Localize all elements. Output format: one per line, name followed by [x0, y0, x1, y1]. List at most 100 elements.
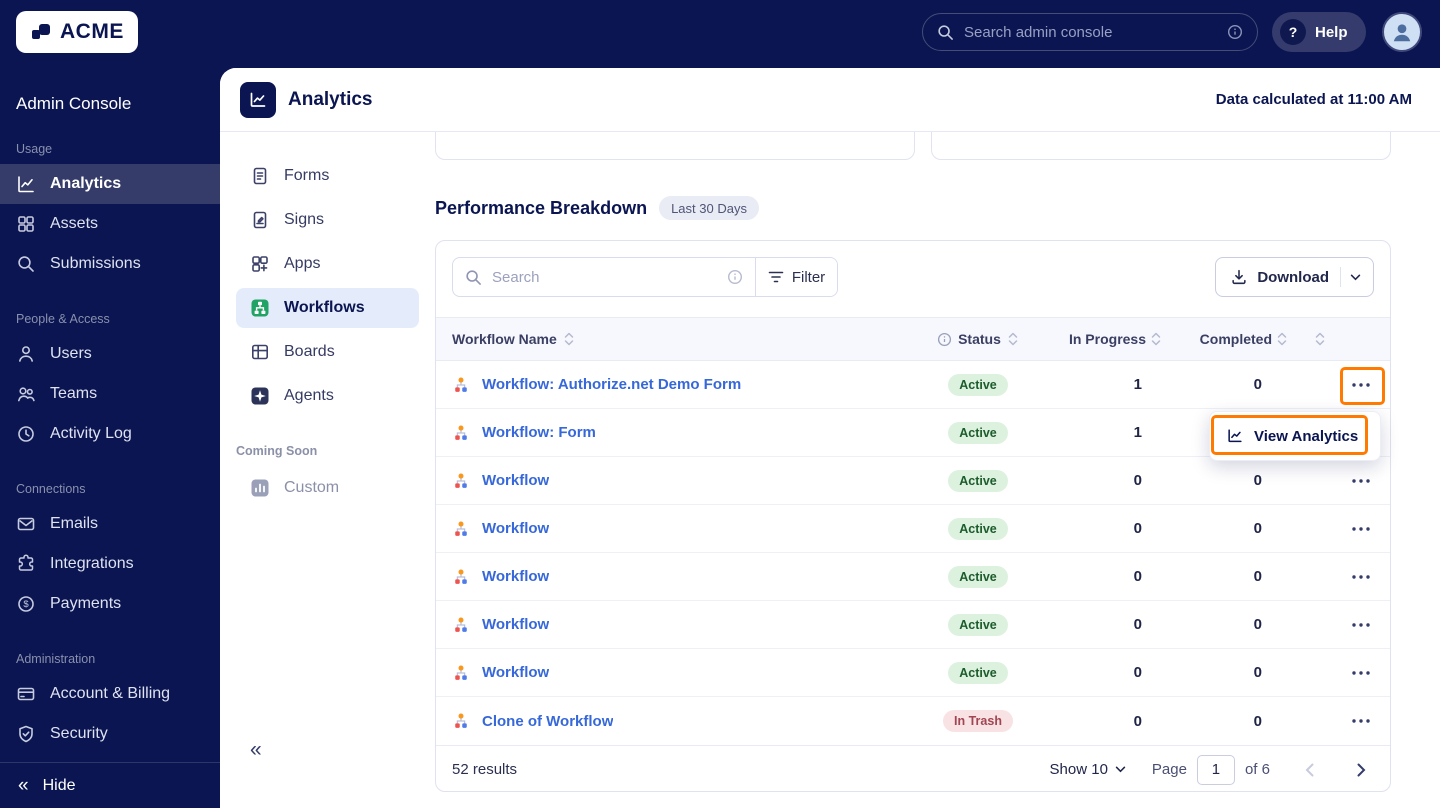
envelope-icon — [16, 514, 36, 534]
subnav-item-forms[interactable]: Forms — [236, 156, 419, 196]
page-label: Page — [1151, 761, 1187, 778]
subnav-item-label: Signs — [284, 211, 325, 228]
row-actions-button[interactable] — [1346, 563, 1376, 591]
sidebar-item-label: Activity Log — [50, 425, 132, 442]
status-badge: In Trash — [943, 710, 1013, 732]
subnav-item-label: Custom — [284, 479, 340, 496]
in-progress-value: 0 — [1133, 472, 1142, 489]
sidebar-item-label: Security — [50, 725, 108, 742]
topbar: ACME ? Help — [0, 0, 1440, 64]
ellipsis-icon — [1352, 574, 1370, 579]
info-icon[interactable] — [727, 269, 743, 285]
sidebar-item-security[interactable]: Security — [0, 714, 220, 754]
table-search-input[interactable] — [492, 268, 717, 286]
completed-value: 0 — [1253, 616, 1262, 633]
completed-value: 0 — [1253, 376, 1262, 393]
info-icon[interactable] — [1227, 24, 1243, 40]
search-icon — [16, 254, 36, 274]
workflow-name-link[interactable]: Workflow — [482, 520, 549, 537]
download-button[interactable]: Download — [1215, 257, 1374, 297]
page-number-input[interactable] — [1196, 754, 1235, 785]
in-progress-value: 0 — [1133, 520, 1142, 537]
column-header-workflow-name[interactable]: Workflow Name — [436, 331, 898, 347]
sidebar-item-activity-log[interactable]: Activity Log — [0, 414, 220, 454]
row-actions-button[interactable] — [1346, 707, 1376, 735]
subnav-collapse-button[interactable]: « — [250, 738, 262, 762]
last-30-days-badge: Last 30 Days — [659, 196, 759, 220]
next-page-button[interactable] — [1348, 757, 1374, 783]
filter-button[interactable]: Filter — [755, 258, 837, 296]
sidebar-item-account-billing[interactable]: Account & Billing — [0, 674, 220, 714]
column-header-actions[interactable] — [1306, 332, 1390, 346]
user-avatar[interactable] — [1382, 12, 1422, 52]
row-actions-button[interactable] — [1346, 659, 1376, 687]
sidebar-item-label: Assets — [50, 215, 99, 232]
workflow-name-link[interactable]: Workflow — [482, 616, 549, 633]
admin-search-input[interactable] — [964, 23, 1217, 41]
ellipsis-icon — [1352, 622, 1370, 627]
previous-page-button[interactable] — [1296, 757, 1322, 783]
subnav-item-workflows[interactable]: Workflows — [236, 288, 419, 328]
sidebar-hide-button[interactable]: « Hide — [0, 762, 220, 808]
coming-soon-label: Coming Soon — [236, 444, 318, 458]
chevron-left-icon — [1305, 763, 1313, 776]
sort-icon — [1314, 332, 1326, 346]
row-actions-button[interactable] — [1346, 467, 1376, 495]
ellipsis-icon — [1352, 382, 1370, 387]
question-mark-icon: ? — [1280, 19, 1306, 45]
subnav-item-custom: Custom — [236, 468, 419, 508]
view-analytics-menu-item[interactable]: View Analytics — [1216, 418, 1374, 454]
column-label: Workflow Name — [452, 331, 557, 347]
sidebar-item-assets[interactable]: Assets — [0, 204, 220, 244]
analytics-header: Analytics Data calculated at 11:00 AM — [220, 68, 1440, 132]
puzzle-icon — [16, 554, 36, 574]
subnav-item-apps[interactable]: Apps — [236, 244, 419, 284]
signs-doc-icon — [250, 210, 270, 230]
sidebar-item-users[interactable]: Users — [0, 334, 220, 374]
dollar-circle-icon: $ — [16, 594, 36, 614]
forms-doc-icon — [250, 166, 270, 186]
in-progress-value: 0 — [1133, 616, 1142, 633]
help-button[interactable]: ? Help — [1272, 12, 1366, 52]
row-actions-button[interactable] — [1346, 515, 1376, 543]
row-actions-button[interactable] — [1346, 611, 1376, 639]
show-per-page-select[interactable]: Show 10 — [1050, 761, 1126, 778]
sidebar-item-label: Integrations — [50, 555, 134, 572]
user-icon — [16, 344, 36, 364]
subnav-item-label: Boards — [284, 343, 335, 360]
help-label: Help — [1315, 23, 1348, 41]
table-row: Workflow Active 0 0 — [436, 505, 1390, 553]
workflow-name-link[interactable]: Workflow — [482, 568, 549, 585]
column-header-completed[interactable]: Completed — [1178, 331, 1306, 347]
sidebar-item-submissions[interactable]: Submissions — [0, 244, 220, 284]
workflow-name-link[interactable]: Workflow: Form — [482, 424, 596, 441]
subnav-item-agents[interactable]: Agents — [236, 376, 419, 416]
status-badge: Active — [948, 373, 1008, 396]
section-title: Performance Breakdown — [435, 197, 648, 218]
column-header-in-progress[interactable]: In Progress — [1058, 331, 1178, 347]
sidebar-item-emails[interactable]: Emails — [0, 504, 220, 544]
workflow-icon — [452, 664, 470, 682]
workflow-name-link[interactable]: Workflow: Authorize.net Demo Form — [482, 376, 741, 393]
workflow-name-link[interactable]: Clone of Workflow — [482, 713, 613, 730]
section-label-usage: Usage — [16, 142, 53, 156]
workflow-name-link[interactable]: Workflow — [482, 664, 549, 681]
completed-value: 0 — [1253, 472, 1262, 489]
chevron-down-icon — [1115, 766, 1126, 773]
credit-card-icon — [16, 684, 36, 704]
column-label: Completed — [1199, 331, 1272, 347]
sidebar-item-integrations[interactable]: Integrations — [0, 544, 220, 584]
sidebar-item-teams[interactable]: Teams — [0, 374, 220, 414]
subnav-item-signs[interactable]: Signs — [236, 200, 419, 240]
sidebar-item-payments[interactable]: $ Payments — [0, 584, 220, 624]
sidebar-item-analytics[interactable]: Analytics — [0, 164, 220, 204]
workflow-name-link[interactable]: Workflow — [482, 472, 549, 489]
acme-logo[interactable]: ACME — [16, 11, 138, 53]
sidebar-item-label: Payments — [50, 595, 122, 612]
row-actions-button[interactable] — [1346, 371, 1376, 399]
column-header-status[interactable]: Status — [898, 331, 1058, 347]
show-label: Show 10 — [1049, 761, 1108, 778]
download-icon — [1230, 268, 1248, 286]
chevron-right-icon — [1357, 763, 1365, 776]
subnav-item-boards[interactable]: Boards — [236, 332, 419, 372]
